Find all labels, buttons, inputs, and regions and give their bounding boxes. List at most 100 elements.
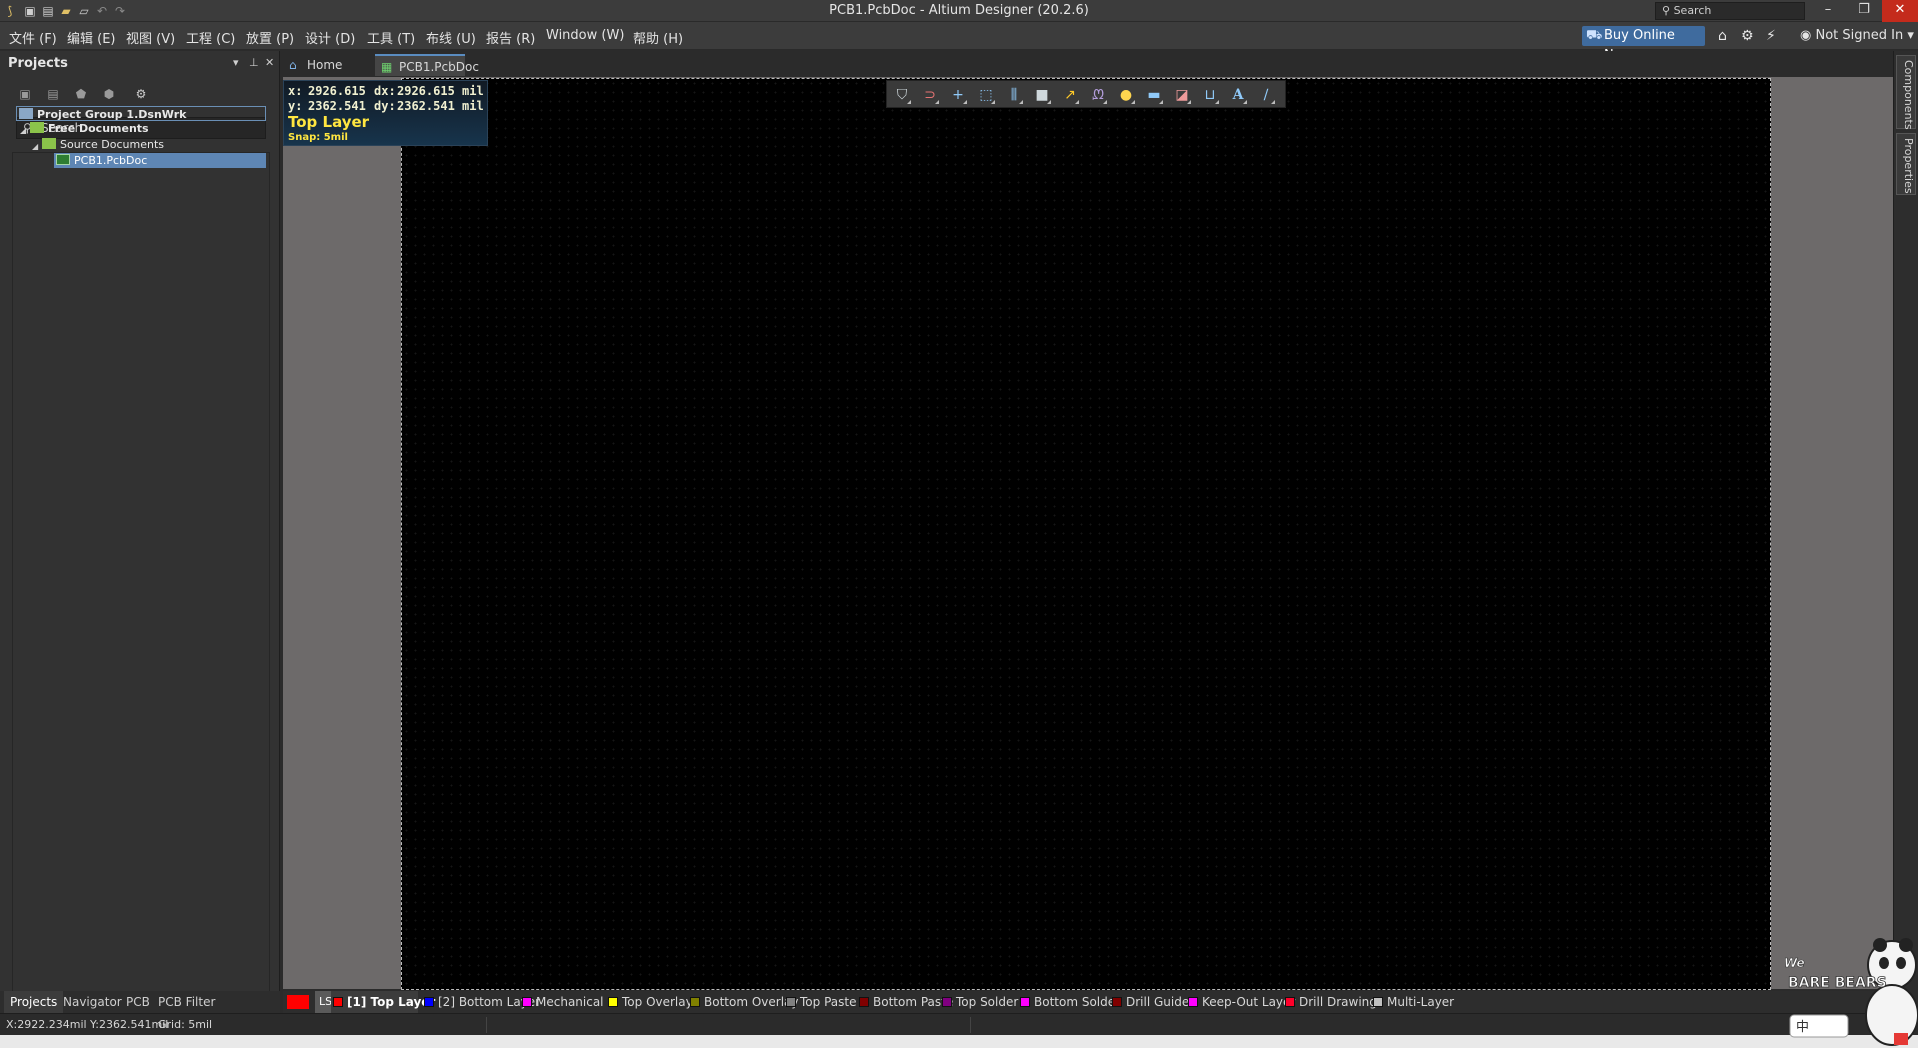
layer-tab[interactable]: Drill Guide [1110, 991, 1189, 1013]
filter-icon[interactable]: ⛉ [891, 85, 913, 105]
layer-tab[interactable]: [1] Top Layer [331, 991, 435, 1013]
layer-tab[interactable]: Bottom Solder [1018, 991, 1120, 1013]
layer-color-swatch [859, 997, 869, 1007]
layer-tab[interactable]: Keep-Out Layer [1186, 991, 1295, 1013]
restore-button[interactable]: ❐ [1846, 0, 1882, 22]
layer-tab[interactable]: Top Paste [784, 991, 856, 1013]
panel-tab-projects[interactable]: Projects [4, 991, 64, 1013]
workspace-icon [19, 108, 33, 119]
layer-color-swatch [1112, 997, 1122, 1007]
settings-icon[interactable]: ⚙ [132, 87, 150, 103]
layer-color-swatch [942, 997, 952, 1007]
hud-y-value: 2362.541 [308, 99, 366, 113]
current-layer-swatch[interactable] [287, 995, 309, 1009]
title-search-input[interactable]: ⚲ Search [1655, 2, 1805, 20]
polygon-icon[interactable]: ▬ [1143, 85, 1165, 105]
status-grid: Grid: 5mil [158, 1018, 213, 1031]
keepout-icon[interactable]: ◪ [1171, 85, 1193, 105]
layer-tab[interactable]: Multi-Layer [1371, 991, 1454, 1013]
close-button[interactable]: ✕ [1882, 0, 1918, 22]
layer-color-swatch [1373, 997, 1383, 1007]
layer-tab[interactable]: Top Solder [940, 991, 1018, 1013]
pcb-doc-icon: ▦ [381, 60, 393, 74]
tree-item-label: Free Documents [48, 122, 149, 135]
home-icon: ⌂ [289, 58, 297, 72]
close-panel-icon[interactable]: ✕ [265, 56, 274, 69]
layer-tab-label: Bottom Solder [1034, 995, 1121, 1009]
cart-icon: ⛟ [1586, 28, 1603, 43]
route-icon[interactable]: ⊃ [919, 85, 941, 105]
menu-tools[interactable]: 工具 (T) [367, 28, 415, 47]
menu-file[interactable]: 文件 (F) [9, 28, 57, 47]
menu-route[interactable]: 布线 (U) [426, 28, 476, 47]
tree-item-free-documents[interactable]: Free Documents [30, 121, 149, 136]
expand-arrow-icon[interactable]: ◢ [20, 126, 26, 135]
gear-icon[interactable]: ⚙ [1741, 28, 1754, 44]
panel-menu-icon[interactable]: ▾ [233, 56, 239, 69]
component-icon[interactable]: ■ [1031, 85, 1053, 105]
pcb-board[interactable] [401, 78, 1771, 990]
layer-tab-label: Top Solder [956, 995, 1019, 1009]
menu-project[interactable]: 工程 (C) [186, 28, 235, 47]
menu-view[interactable]: 视图 (V) [126, 28, 175, 47]
panel-title: Projects [8, 56, 68, 71]
layer-color-swatch [690, 997, 700, 1007]
search-icon: ⚲ [1662, 4, 1671, 17]
length-tune-icon[interactable]: ᘻ [1087, 85, 1109, 105]
layer-color-swatch [786, 997, 796, 1007]
panda-eye [1879, 957, 1889, 969]
panel-tab-properties[interactable]: Properties [1896, 133, 1916, 195]
projects-panel: Projects ▾ ⊥ ✕ ▣ ▤ ⬟ ⬢ ⚙ ⚲ Search [0, 51, 280, 1032]
tab-pcb-doc[interactable]: ▦ PCB1.PcbDoc [375, 54, 479, 76]
home-icon[interactable]: ⌂ [1718, 28, 1727, 44]
expand-arrow-icon[interactable]: ◢ [32, 142, 38, 151]
layer-tabs: LS [1] Top Layer [2] Bottom Layer Mechanic… [283, 991, 1893, 1013]
layer-tab-label: Keep-Out Layer [1202, 995, 1296, 1009]
tree-item-source-documents[interactable]: Source Documents [42, 137, 164, 152]
status-coordinates: X:2922.234mil Y:2362.541mil [6, 1018, 169, 1031]
close-project-icon[interactable]: ⬢ [100, 87, 118, 103]
buy-online-button[interactable]: ⛟ Buy Online Now [1582, 26, 1705, 63]
align-icon[interactable]: ⫼ [1003, 85, 1025, 105]
menu-help[interactable]: 帮助 (H) [633, 28, 683, 47]
layer-tab[interactable]: Bottom Paste [857, 991, 953, 1013]
copy-project-icon[interactable]: ▤ [44, 87, 62, 103]
cross-icon[interactable]: + [947, 85, 969, 105]
layer-tab[interactable]: Drill Drawing [1283, 991, 1377, 1013]
tree-item-project-group[interactable]: Project Group 1.DsnWrk [16, 106, 266, 121]
tab-home-page[interactable]: ⌂ Home Page [283, 54, 373, 94]
layer-tab[interactable]: Top Overlay [606, 991, 693, 1013]
line-icon[interactable]: ∕ [1255, 85, 1277, 105]
panel-tab-pcb-filter[interactable]: PCB Filter [158, 995, 215, 1009]
sign-in-menu[interactable]: ◉ Not Signed In ▾ [1800, 28, 1914, 43]
text-icon[interactable]: A [1227, 85, 1249, 105]
save-project-icon[interactable]: ▣ [16, 87, 34, 103]
panel-tab-navigator[interactable]: Navigator [63, 995, 122, 1009]
panda-body [1865, 984, 1918, 1046]
panel-tab-components[interactable]: Components [1896, 55, 1916, 130]
pad-icon[interactable]: ● [1115, 85, 1137, 105]
panel-tab-pcb[interactable]: PCB [126, 995, 150, 1009]
dimension-icon[interactable]: ⊔ [1199, 85, 1221, 105]
layer-tab[interactable]: [2] Bottom Layer [422, 991, 540, 1013]
menu-place[interactable]: 放置 (P) [246, 28, 294, 47]
tree-item-pcb-doc[interactable]: PCB1.PcbDoc [54, 153, 266, 168]
chevron-down-icon: ▾ [1907, 28, 1914, 43]
layer-color-swatch [1285, 997, 1295, 1007]
menu-reports[interactable]: 报告 (R) [486, 28, 535, 47]
menu-window[interactable]: Window (W) [546, 28, 624, 43]
layer-tab[interactable]: Mechanical 1 [520, 991, 615, 1013]
pin-icon[interactable]: ⊥ [249, 56, 259, 69]
minimize-button[interactable]: – [1810, 0, 1846, 22]
select-rect-icon[interactable]: ⬚ [975, 85, 997, 105]
menu-design[interactable]: 设计 (D) [305, 28, 355, 47]
layer-tab[interactable]: Bottom Overlay [688, 991, 798, 1013]
pcb-doc-icon [56, 154, 70, 165]
interactive-route-icon[interactable]: ↗ [1059, 85, 1081, 105]
notifications-icon[interactable]: ⚡ [1766, 28, 1776, 44]
folder-icon [30, 122, 44, 133]
compile-icon[interactable]: ⬟ [72, 87, 90, 103]
menu-edit[interactable]: 编辑 (E) [67, 28, 116, 47]
hud-snap: Snap: 5mil [288, 132, 348, 143]
menu-bar: 文件 (F) 编辑 (E) 视图 (V) 工程 (C) 放置 (P) 设计 (D… [0, 22, 1918, 63]
